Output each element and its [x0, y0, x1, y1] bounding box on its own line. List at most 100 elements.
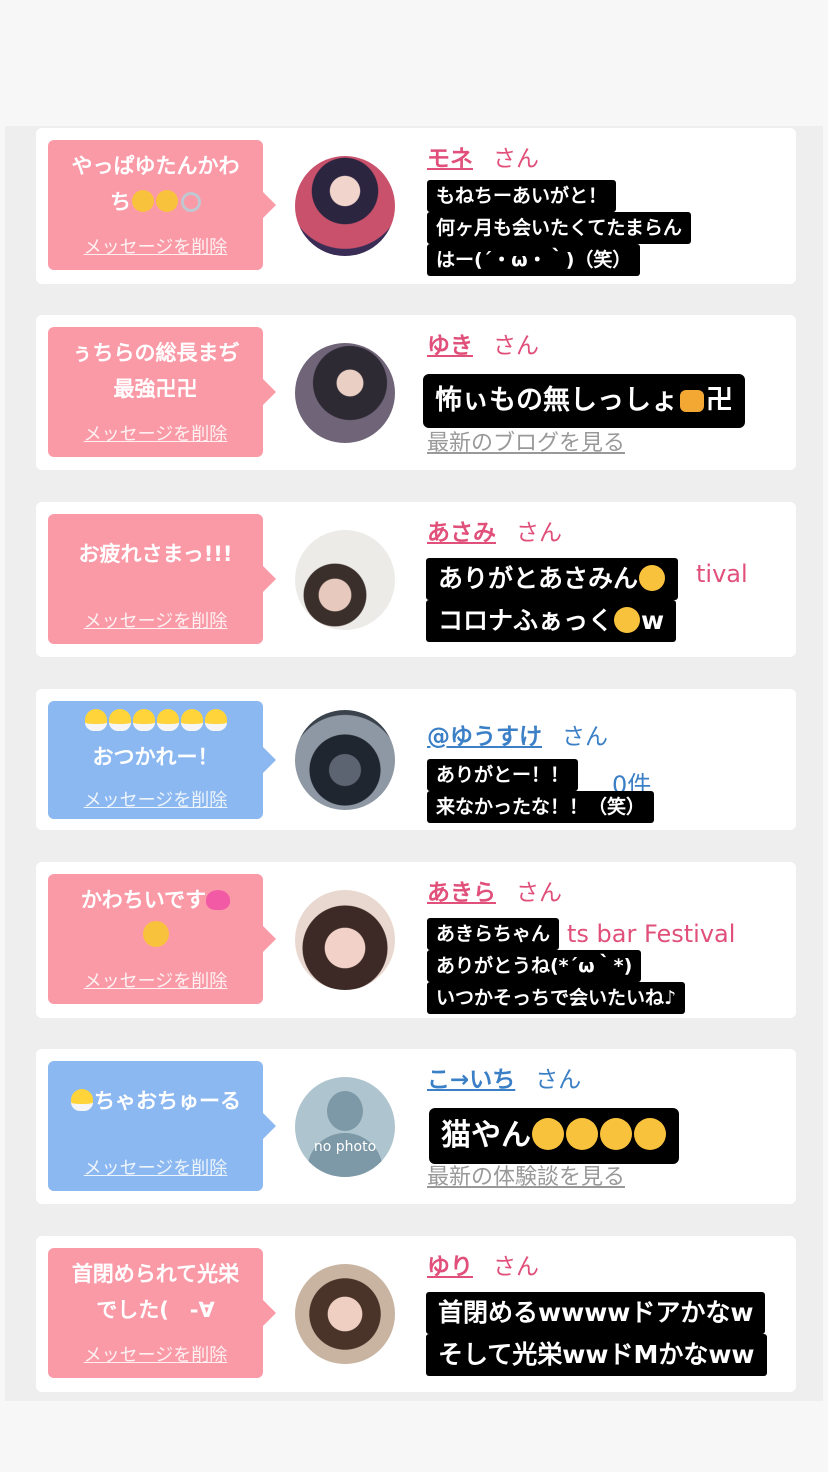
- emoji-line: [56, 918, 255, 954]
- fist-icon: [680, 390, 704, 412]
- honorific: さん: [493, 146, 539, 172]
- message-text: 首閉められて光栄: [71, 1262, 240, 1286]
- delete-message-link[interactable]: メッセージを削除: [48, 236, 263, 260]
- sticker-line: コロナふぁっく w: [426, 600, 677, 642]
- sender-name-line: あさみ さん: [427, 516, 562, 550]
- sender-name-line: モネ さん: [427, 142, 539, 176]
- delete-message-link[interactable]: メッセージを削除: [48, 1344, 263, 1368]
- sticker-line: 何ヶ月も会いたくてたまらん: [427, 212, 691, 244]
- text-sticker: ありがとー！！ 来なかったな！！（笑）: [427, 759, 655, 823]
- delete-message-link[interactable]: メッセージを削除: [48, 423, 263, 447]
- sticker-line: 怖ぃもの無しっしょ卍: [423, 374, 745, 428]
- honorific: さん: [535, 1067, 582, 1093]
- text-sticker: ありがとあさみん コロナふぁっく w: [426, 558, 679, 642]
- avatar[interactable]: [295, 156, 395, 256]
- message-bubble: おつかれー！ メッセージを削除: [48, 701, 276, 819]
- avatar[interactable]: [295, 890, 395, 990]
- avatar[interactable]: [295, 1264, 395, 1364]
- sticker-line: 猫やん: [429, 1108, 679, 1164]
- no-photo-label: no photo: [313, 1139, 377, 1155]
- sticker-line: 首閉めるwwwwドアかなw: [426, 1292, 766, 1334]
- message-bubble: お疲れさまっ!!! メッセージを削除: [48, 514, 276, 644]
- text-sticker: もねちーあいがと！ 何ヶ月も会いたくてたまらん はー(´・ω・｀)（笑）: [427, 180, 691, 276]
- honorific: さん: [493, 1254, 539, 1280]
- message-bubble: ぅちらの総長まぢ 最強卍卍 メッセージを削除: [48, 327, 276, 457]
- sender-name-link[interactable]: @ゆうすけ: [427, 724, 542, 750]
- text-sticker: 怖ぃもの無しっしょ卍: [423, 374, 745, 428]
- pleading-face-icon: [132, 190, 154, 212]
- delete-message-link[interactable]: メッセージを削除: [48, 970, 263, 994]
- avatar[interactable]: [295, 530, 395, 630]
- sticker-line: ありがとー！！: [427, 759, 579, 791]
- sender-name-link[interactable]: ゆき: [427, 333, 473, 359]
- upside-down-face-icon: [600, 1118, 632, 1150]
- message-card: かわちいです メッセージを削除 あきら さん ts bar Festival あき…: [36, 862, 796, 1018]
- sender-name-link[interactable]: あさみ: [427, 520, 496, 546]
- ring-icon: [181, 192, 201, 212]
- message-card: おつかれー！ メッセージを削除 @ゆうすけ さん 0件 ありがとー！！ 来なかった…: [36, 689, 796, 830]
- raised-eyebrow-icon: [614, 607, 641, 633]
- sender-name-line: ゆり さん: [427, 1250, 539, 1284]
- avatar[interactable]: no photo: [295, 1077, 395, 1177]
- delete-message-link[interactable]: メッセージを削除: [48, 1157, 263, 1181]
- message-bubble: ちゃおちゅーる メッセージを削除: [48, 1061, 276, 1191]
- avatar[interactable]: [295, 343, 395, 443]
- message-bubble: やっぱゆたんかわ ち メッセージを削除: [48, 140, 276, 270]
- avatar-silhouette: [327, 1091, 363, 1131]
- message-card: ちゃおちゅーる メッセージを削除 no photo こ→いち さん 最新の体験談を…: [36, 1049, 796, 1204]
- honorific: さん: [516, 880, 562, 906]
- message-bubble: 首閉められて光栄 でした( -∀ メッセージを削除: [48, 1248, 276, 1378]
- honorific: さん: [562, 724, 608, 750]
- message-text-line2: でした( -∀: [96, 1298, 215, 1322]
- sender-name-line: ゆき さん: [427, 329, 539, 363]
- bottom-bar: [0, 1401, 828, 1472]
- message-bubble: かわちいです メッセージを削除: [48, 874, 276, 1004]
- message-text: ぅちらの総長まぢ: [71, 341, 240, 365]
- message-card: お疲れさまっ!!! メッセージを削除 あさみ さん tival ありがとあさみん …: [36, 502, 796, 657]
- message-text: お疲れさまっ!!!: [78, 542, 233, 566]
- sticker-line: いつかそっちで会いたいね♪: [427, 982, 686, 1014]
- sparkling-heart-icon: [206, 890, 231, 910]
- hatching-chick-icon: [204, 709, 227, 731]
- sticker-line: ありがとうね(*´ω｀*): [427, 950, 642, 982]
- message-text: やっぱゆたんかわ: [71, 154, 240, 178]
- message-text: ちゃおちゅーる: [50, 1083, 261, 1119]
- hatching-chick-icon: [156, 709, 179, 731]
- text-sticker: あきらちゃん ありがとうね(*´ω｀*) いつかそっちで会いたいね♪: [427, 918, 686, 1014]
- message-text: おつかれー！: [92, 745, 219, 769]
- hatching-chick-icon: [84, 709, 107, 731]
- top-bar: [0, 0, 828, 126]
- latest-blog-link[interactable]: 最新のブログを見る: [427, 425, 625, 457]
- hatching-chick-icon: [132, 709, 155, 731]
- text-sticker: 猫やん: [429, 1108, 679, 1164]
- message-card: 首閉められて光栄 でした( -∀ メッセージを削除 ゆり さん 首閉めるwwwwド…: [36, 1236, 796, 1392]
- upside-down-face-icon: [634, 1118, 666, 1150]
- sender-name-link[interactable]: こ→いち: [427, 1067, 515, 1093]
- pleading-face-icon: [156, 190, 178, 212]
- message-text-line2: ち: [56, 184, 255, 220]
- sticker-line: もねちーあいがと！: [427, 180, 617, 212]
- sticker-line: はー(´・ω・｀)（笑）: [427, 244, 641, 276]
- hatching-chick-icon: [108, 709, 131, 731]
- honorific: さん: [516, 520, 562, 546]
- message-text-line2: 最強卍卍: [113, 377, 198, 401]
- sender-name-link[interactable]: モネ: [427, 146, 473, 172]
- avatar[interactable]: [295, 710, 395, 810]
- delete-message-link[interactable]: メッセージを削除: [48, 610, 263, 634]
- chick-icon: [71, 1089, 93, 1111]
- sender-name-link[interactable]: あきら: [427, 880, 496, 906]
- message-text: かわちいです: [56, 882, 255, 918]
- sticker-line: そして光栄wwドMかなww: [426, 1334, 767, 1376]
- sender-name-line: @ゆうすけ さん: [427, 720, 608, 754]
- sender-name-link[interactable]: ゆり: [427, 1254, 473, 1280]
- message-card: ぅちらの総長まぢ 最強卍卍 メッセージを削除 ゆき さん 最新のブログを見る 怖ぃ…: [36, 315, 796, 470]
- sender-name-line: こ→いち さん: [427, 1063, 581, 1097]
- smiling-face-icon: [142, 921, 169, 947]
- sender-name-line: あきら さん: [427, 876, 562, 910]
- smiling-hearts-icon: [639, 565, 666, 591]
- sticker-line: あきらちゃん: [427, 918, 560, 950]
- honorific: さん: [493, 333, 539, 359]
- delete-message-link[interactable]: メッセージを削除: [48, 789, 263, 813]
- upside-down-face-icon: [566, 1118, 598, 1150]
- sticker-line: ありがとあさみん: [426, 558, 679, 600]
